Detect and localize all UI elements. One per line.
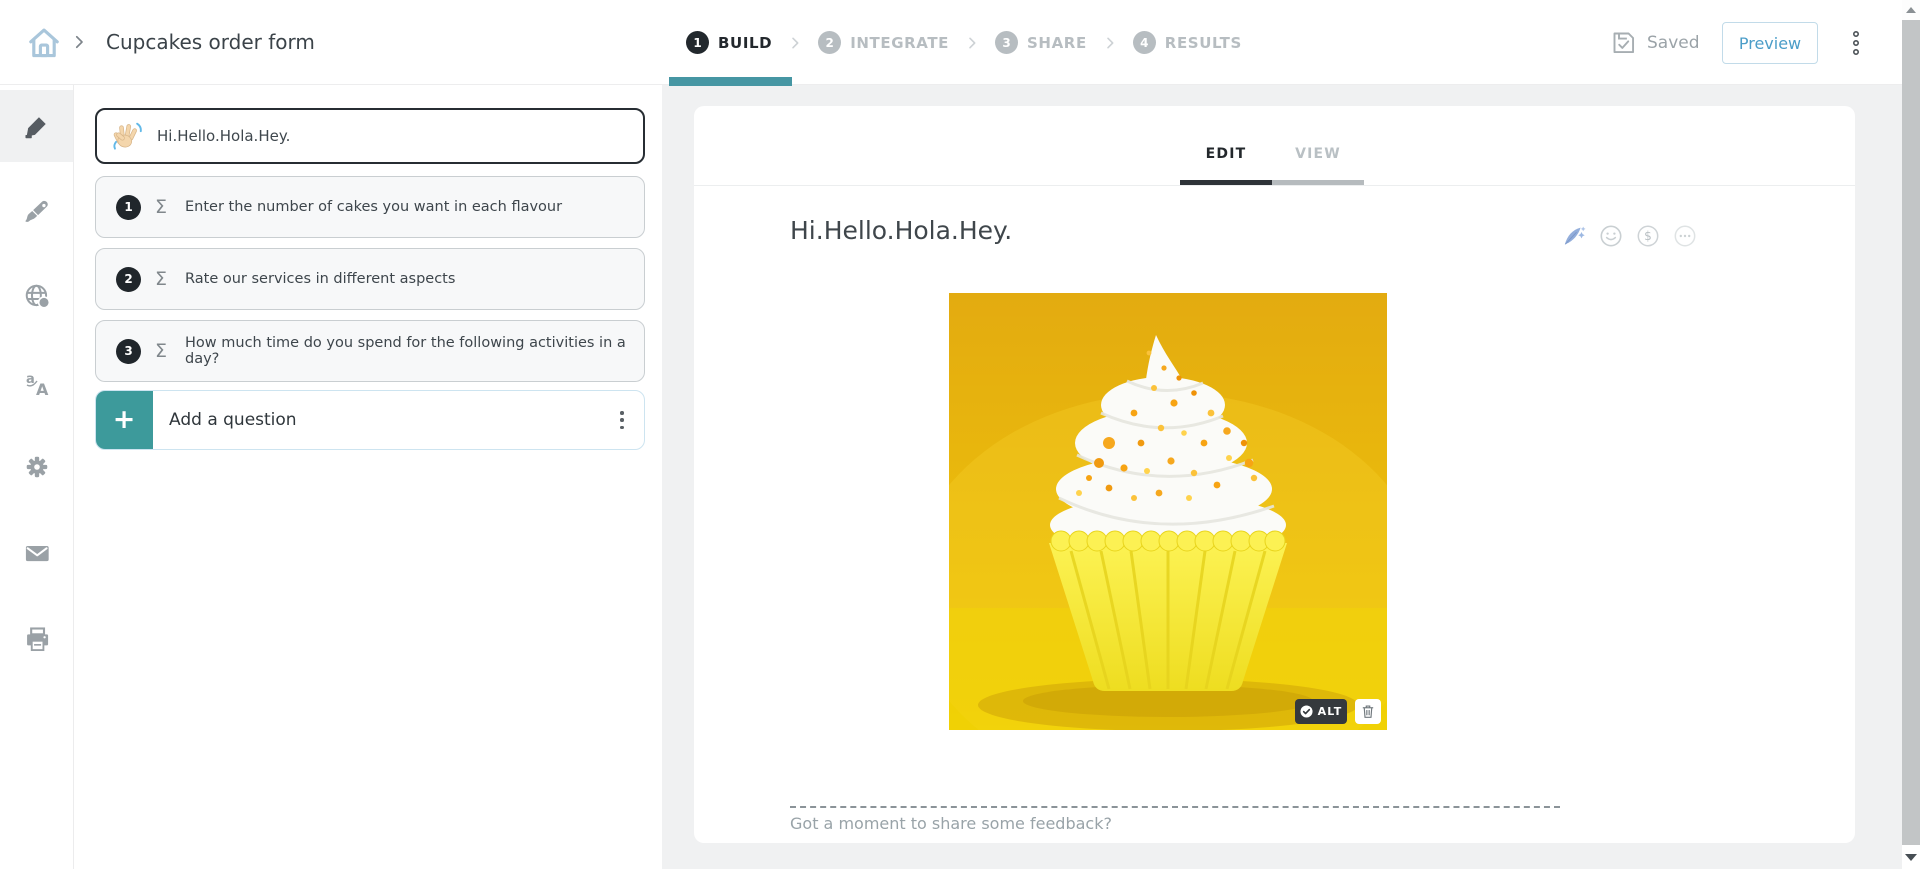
step-chevron-icon <box>1106 37 1114 48</box>
question-text: How much time do you spend for the follo… <box>185 335 626 367</box>
dollar-glyph: $ <box>1644 229 1652 243</box>
step-number: 4 <box>1132 31 1156 54</box>
question-card-1[interactable]: 1 Σ Enter the number of cakes you want i… <box>95 176 645 238</box>
step-label: INTEGRATE <box>850 33 950 52</box>
welcome-image[interactable]: ALT <box>908 293 1428 793</box>
breadcrumb[interactable]: Cupcakes order form <box>106 0 315 85</box>
matrix-sigma-icon: Σ <box>155 196 168 218</box>
pencil-compose-icon <box>25 116 46 138</box>
page-scroll-up-button[interactable] <box>1902 0 1920 20</box>
question-list-panel: Hi.Hello.Hola.Hey. 1 Σ Enter the number … <box>74 85 662 869</box>
page-scrollbar-thumb[interactable] <box>1902 20 1920 845</box>
step-label: SHARE <box>1027 33 1087 52</box>
triangle-down-icon <box>1905 853 1917 861</box>
rail-item-settings[interactable] <box>0 431 73 503</box>
editor-card: EDIT VIEW Hi.Hello.Hola.Hey. $ ALT Got a… <box>694 106 1855 843</box>
question-separator <box>790 806 1560 808</box>
ai-feather-icon[interactable] <box>1562 224 1586 248</box>
rail-item-email[interactable] <box>0 517 73 589</box>
editor-canvas: EDIT VIEW Hi.Hello.Hola.Hey. $ ALT Got a… <box>662 85 1902 869</box>
title-toolbar: $ <box>1562 224 1697 248</box>
more-options-kebab-icon[interactable] <box>1848 30 1864 56</box>
globe-icon <box>25 284 50 309</box>
check-circle-icon <box>1300 705 1313 718</box>
printer-icon <box>26 627 48 652</box>
add-question-button[interactable]: + <box>96 391 153 449</box>
trash-icon <box>1362 705 1374 718</box>
page-scrollbar[interactable] <box>1902 0 1920 869</box>
page-scroll-down-button[interactable] <box>1902 845 1920 869</box>
rail-item-design[interactable] <box>0 175 73 247</box>
next-question-title[interactable]: Got a moment to share some feedback? <box>790 814 1112 833</box>
home-button[interactable] <box>26 25 62 61</box>
variable-dollar-icon[interactable]: $ <box>1636 224 1660 248</box>
alt-label: ALT <box>1317 705 1343 718</box>
save-status: Saved <box>1610 0 1700 85</box>
step-integrate[interactable]: 2 INTEGRATE <box>818 31 949 54</box>
breadcrumb-chevron-icon <box>75 35 83 49</box>
rail-item-print[interactable] <box>0 603 73 675</box>
home-icon <box>29 28 59 58</box>
question-number-badge: 1 <box>116 194 141 220</box>
tab-view[interactable]: VIEW <box>1272 146 1364 162</box>
tabs-divider <box>694 185 1855 186</box>
more-ellipsis-icon[interactable] <box>1673 224 1697 248</box>
step-number: 1 <box>686 31 709 54</box>
step-results[interactable]: 4 RESULTS <box>1132 31 1242 54</box>
step-label: BUILD <box>718 33 773 52</box>
form-builder-app: Cupcakes order form 1 BUILD 2 INTEGRATE … <box>0 0 1920 869</box>
question-number-badge: 2 <box>116 266 141 292</box>
step-chevron-icon <box>969 37 976 48</box>
delete-image-button[interactable] <box>1355 699 1381 724</box>
step-label: RESULTS <box>1164 33 1242 52</box>
alt-text-button[interactable]: ALT <box>1295 699 1347 724</box>
mail-envelope-icon <box>25 546 49 562</box>
paint-brush-icon <box>25 200 48 222</box>
top-header: Cupcakes order form 1 BUILD 2 INTEGRATE … <box>0 0 1920 85</box>
translate-icon: a A <box>26 372 49 399</box>
rail-item-translate[interactable]: a A <box>0 348 73 420</box>
preview-button[interactable]: Preview <box>1722 22 1818 64</box>
add-question-kebab-icon[interactable] <box>620 411 624 429</box>
tool-rail: a A <box>0 85 74 869</box>
saved-label: Saved <box>1647 32 1700 53</box>
matrix-sigma-icon: Σ <box>155 340 168 362</box>
question-number-badge: 3 <box>116 338 141 364</box>
welcome-title-field[interactable]: Hi.Hello.Hola.Hey. <box>790 216 1012 245</box>
svg-text:A: A <box>36 380 49 399</box>
step-build[interactable]: 1 BUILD <box>686 31 772 54</box>
emoji-smiley-icon[interactable] <box>1599 224 1623 248</box>
cupcake-photo <box>908 293 1428 793</box>
matrix-sigma-icon: Σ <box>155 268 168 290</box>
triangle-up-icon <box>1906 7 1916 13</box>
rail-item-compose[interactable] <box>0 90 73 162</box>
plus-icon: + <box>112 404 136 435</box>
add-question-card[interactable]: + Add a question <box>95 390 645 450</box>
step-number: 3 <box>995 31 1019 54</box>
question-text: Enter the number of cakes you want in ea… <box>185 199 563 215</box>
question-card-2[interactable]: 2 Σ Rate our services in different aspec… <box>95 248 645 310</box>
gear-icon <box>26 456 47 478</box>
add-question-label: Add a question <box>169 410 297 430</box>
rail-item-web[interactable] <box>0 260 73 332</box>
active-step-indicator <box>669 77 792 86</box>
step-share[interactable]: 3 SHARE <box>995 31 1087 54</box>
welcome-card-title: Hi.Hello.Hola.Hey. <box>157 127 291 145</box>
workflow-stepper: 1 BUILD 2 INTEGRATE 3 SHARE 4 RESULTS <box>686 0 1242 85</box>
saved-floppy-icon <box>1613 32 1635 54</box>
question-card-3[interactable]: 3 Σ How much time do you spend for the f… <box>95 320 645 382</box>
waving-hand-icon <box>113 122 142 150</box>
step-number: 2 <box>818 31 842 54</box>
step-chevron-icon <box>792 37 799 48</box>
tab-edit[interactable]: EDIT <box>1180 146 1272 162</box>
welcome-card[interactable]: Hi.Hello.Hola.Hey. <box>95 108 645 164</box>
question-text: Rate our services in different aspects <box>185 271 456 287</box>
